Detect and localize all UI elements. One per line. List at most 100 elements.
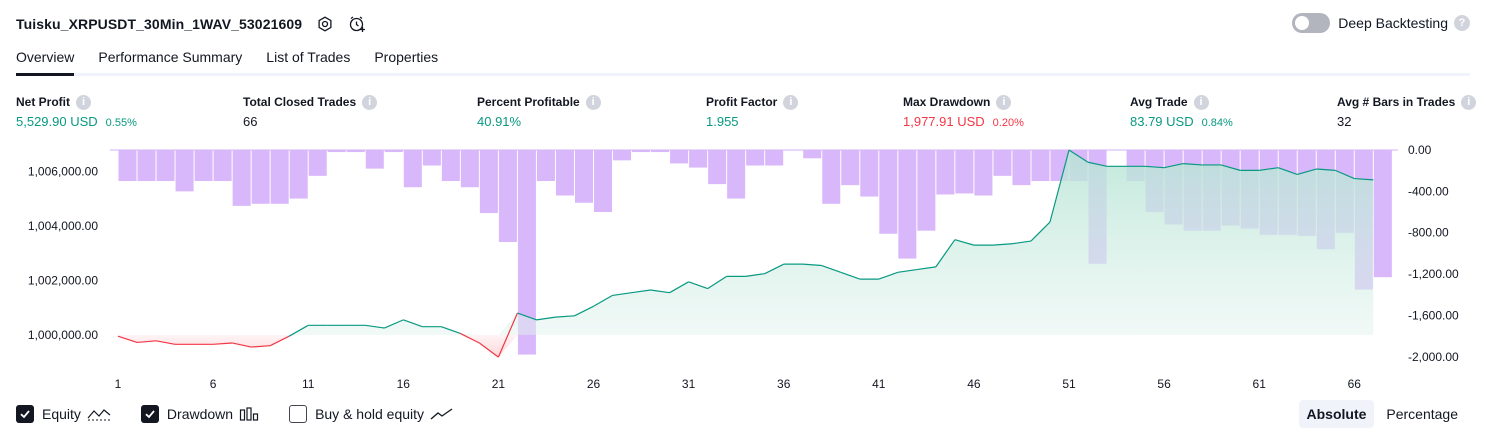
drawdown-bar — [841, 150, 860, 186]
info-icon[interactable]: i — [1193, 94, 1209, 110]
drawdown-tick-label: -1,600.00 — [1408, 308, 1459, 322]
drawdown-bar — [803, 150, 822, 159]
drawdown-bar — [689, 150, 708, 168]
deep-backtesting-toggle[interactable] — [1292, 13, 1331, 33]
drawdown-bar — [898, 150, 917, 259]
help-icon[interactable]: ? — [1454, 15, 1470, 31]
tab-performance-summary[interactable]: Performance Summary — [98, 44, 242, 73]
drawdown-bar — [422, 150, 441, 166]
metric-label: Max Drawdown — [903, 95, 991, 109]
trade-tick-label: 66 — [1348, 377, 1362, 391]
trade-tick-label: 61 — [1253, 377, 1267, 391]
absolute-button[interactable]: Absolute — [1298, 400, 1375, 428]
trade-tick-label: 16 — [397, 377, 411, 391]
legend-drawdown[interactable]: Drawdown — [140, 405, 259, 423]
drawdown-bar — [670, 150, 689, 164]
drawdown-bar — [613, 150, 632, 161]
chart-legend: Equity Drawdown Buy & hold equity — [16, 403, 484, 425]
metric-percent: 0.55% — [105, 117, 137, 129]
drawdown-bars-icon — [239, 407, 259, 421]
drawdown-bar — [479, 150, 498, 214]
display-mode-switch: Absolute Percentage — [1295, 400, 1467, 428]
metric-label: Avg # Bars in Trades — [1337, 95, 1456, 109]
drawdown-tick-label: -800.00 — [1408, 226, 1449, 240]
metric-label: Net Profit — [16, 95, 70, 109]
legend-equity[interactable]: Equity — [16, 405, 111, 423]
add-alert-icon[interactable] — [348, 15, 366, 33]
drawdown-bar — [632, 150, 651, 153]
strategy-title: Tuisku_XRPUSDT_30Min_1WAV_53021609 — [16, 16, 303, 32]
equity-tick-label: 1,004,000.00 — [28, 219, 98, 233]
legend-buy-hold[interactable]: Buy & hold equity — [289, 405, 454, 423]
info-icon[interactable]: i — [1461, 94, 1477, 110]
metric-value: 1,977.91 USD — [903, 114, 985, 129]
drawdown-bar — [460, 150, 479, 188]
toggle-knob — [1295, 16, 1310, 30]
deep-backtesting-label: Deep Backtesting — [1338, 15, 1448, 31]
equity-checkbox[interactable] — [16, 405, 34, 423]
metric-value: 66 — [243, 114, 258, 129]
drawdown-bar — [936, 150, 955, 195]
percentage-button[interactable]: Percentage — [1378, 400, 1466, 428]
drawdown-bar — [746, 150, 765, 166]
drawdown-tick-label: -2,000.00 — [1408, 350, 1459, 364]
drawdown-bar — [289, 150, 308, 199]
drawdown-bar — [118, 150, 137, 182]
trade-tick-label: 36 — [777, 377, 791, 391]
legend-label: Buy & hold equity — [315, 406, 425, 422]
metric-percent: 0.84% — [1201, 117, 1233, 129]
drawdown-bar — [993, 150, 1012, 176]
info-icon[interactable]: i — [76, 94, 91, 110]
info-icon[interactable]: i — [996, 94, 1012, 110]
metric-value: 5,529.90 USD — [16, 114, 98, 129]
info-icon[interactable]: i — [783, 94, 799, 110]
metric-percent-profitable: Percent Profitable i 40.91% — [477, 94, 601, 130]
drawdown-bar — [917, 150, 936, 231]
drawdown-axis: 0.00 -400.00 -800.00 -1,200.00 -1,600.00 -2,0… — [1408, 143, 1459, 364]
drawdown-checkbox[interactable] — [140, 405, 159, 423]
legend-label: Equity — [42, 406, 81, 422]
info-icon[interactable]: i — [585, 94, 601, 110]
tab-bar: Overview Performance Summary List of Tra… — [16, 44, 1470, 76]
trade-tick-label: 21 — [492, 377, 506, 391]
drawdown-bar — [1012, 150, 1031, 186]
metric-profit-factor: Profit Factor i 1.955 — [706, 94, 799, 130]
metric-value: 83.79 USD — [1130, 114, 1194, 129]
buy-hold-line-icon — [430, 407, 454, 421]
drawdown-bar — [137, 150, 156, 182]
tab-list-of-trades[interactable]: List of Trades — [266, 44, 350, 73]
buy-hold-checkbox[interactable] — [289, 405, 308, 423]
trade-tick-label: 51 — [1062, 377, 1076, 391]
drawdown-bar — [708, 150, 727, 185]
drawdown-bar — [879, 150, 898, 234]
metric-total-closed-trades: Total Closed Trades i 66 — [243, 94, 378, 130]
drawdown-tick-label: 0.00 — [1408, 143, 1432, 157]
drawdown-bar — [365, 150, 384, 169]
info-icon[interactable]: i — [362, 94, 378, 110]
metric-percent: 0.20% — [992, 117, 1024, 129]
metric-value: 1.955 — [706, 114, 739, 129]
drawdown-bar — [651, 150, 670, 153]
drawdown-bar — [860, 150, 879, 197]
metric-label: Total Closed Trades — [243, 95, 357, 109]
equity-line-icon — [87, 407, 111, 421]
metric-label: Profit Factor — [706, 95, 778, 109]
drawdown-bar — [574, 150, 593, 203]
tab-properties[interactable]: Properties — [374, 44, 438, 73]
metric-avg-bars: Avg # Bars in Trades i 32 — [1337, 94, 1477, 130]
trade-tick-label: 31 — [682, 377, 696, 391]
tab-overview[interactable]: Overview — [16, 44, 75, 76]
legend-label: Drawdown — [166, 406, 234, 422]
drawdown-bar — [822, 150, 841, 204]
equity-tick-label: 1,000,000.00 — [28, 328, 98, 342]
drawdown-bar — [498, 150, 517, 243]
equity-loss-area — [118, 334, 1374, 358]
gear-icon[interactable] — [316, 15, 334, 33]
metric-value: 40.91% — [477, 114, 522, 129]
trade-axis: 1 6 11 16 21 26 31 36 41 46 51 56 61 66 — [115, 377, 1362, 391]
metric-avg-trade: Avg Trade i 83.79 USD 0.84% — [1130, 94, 1233, 130]
metric-label: Avg Trade — [1130, 95, 1188, 109]
drawdown-bar — [346, 150, 365, 153]
drawdown-bar — [327, 150, 346, 153]
drawdown-bar — [156, 150, 175, 182]
